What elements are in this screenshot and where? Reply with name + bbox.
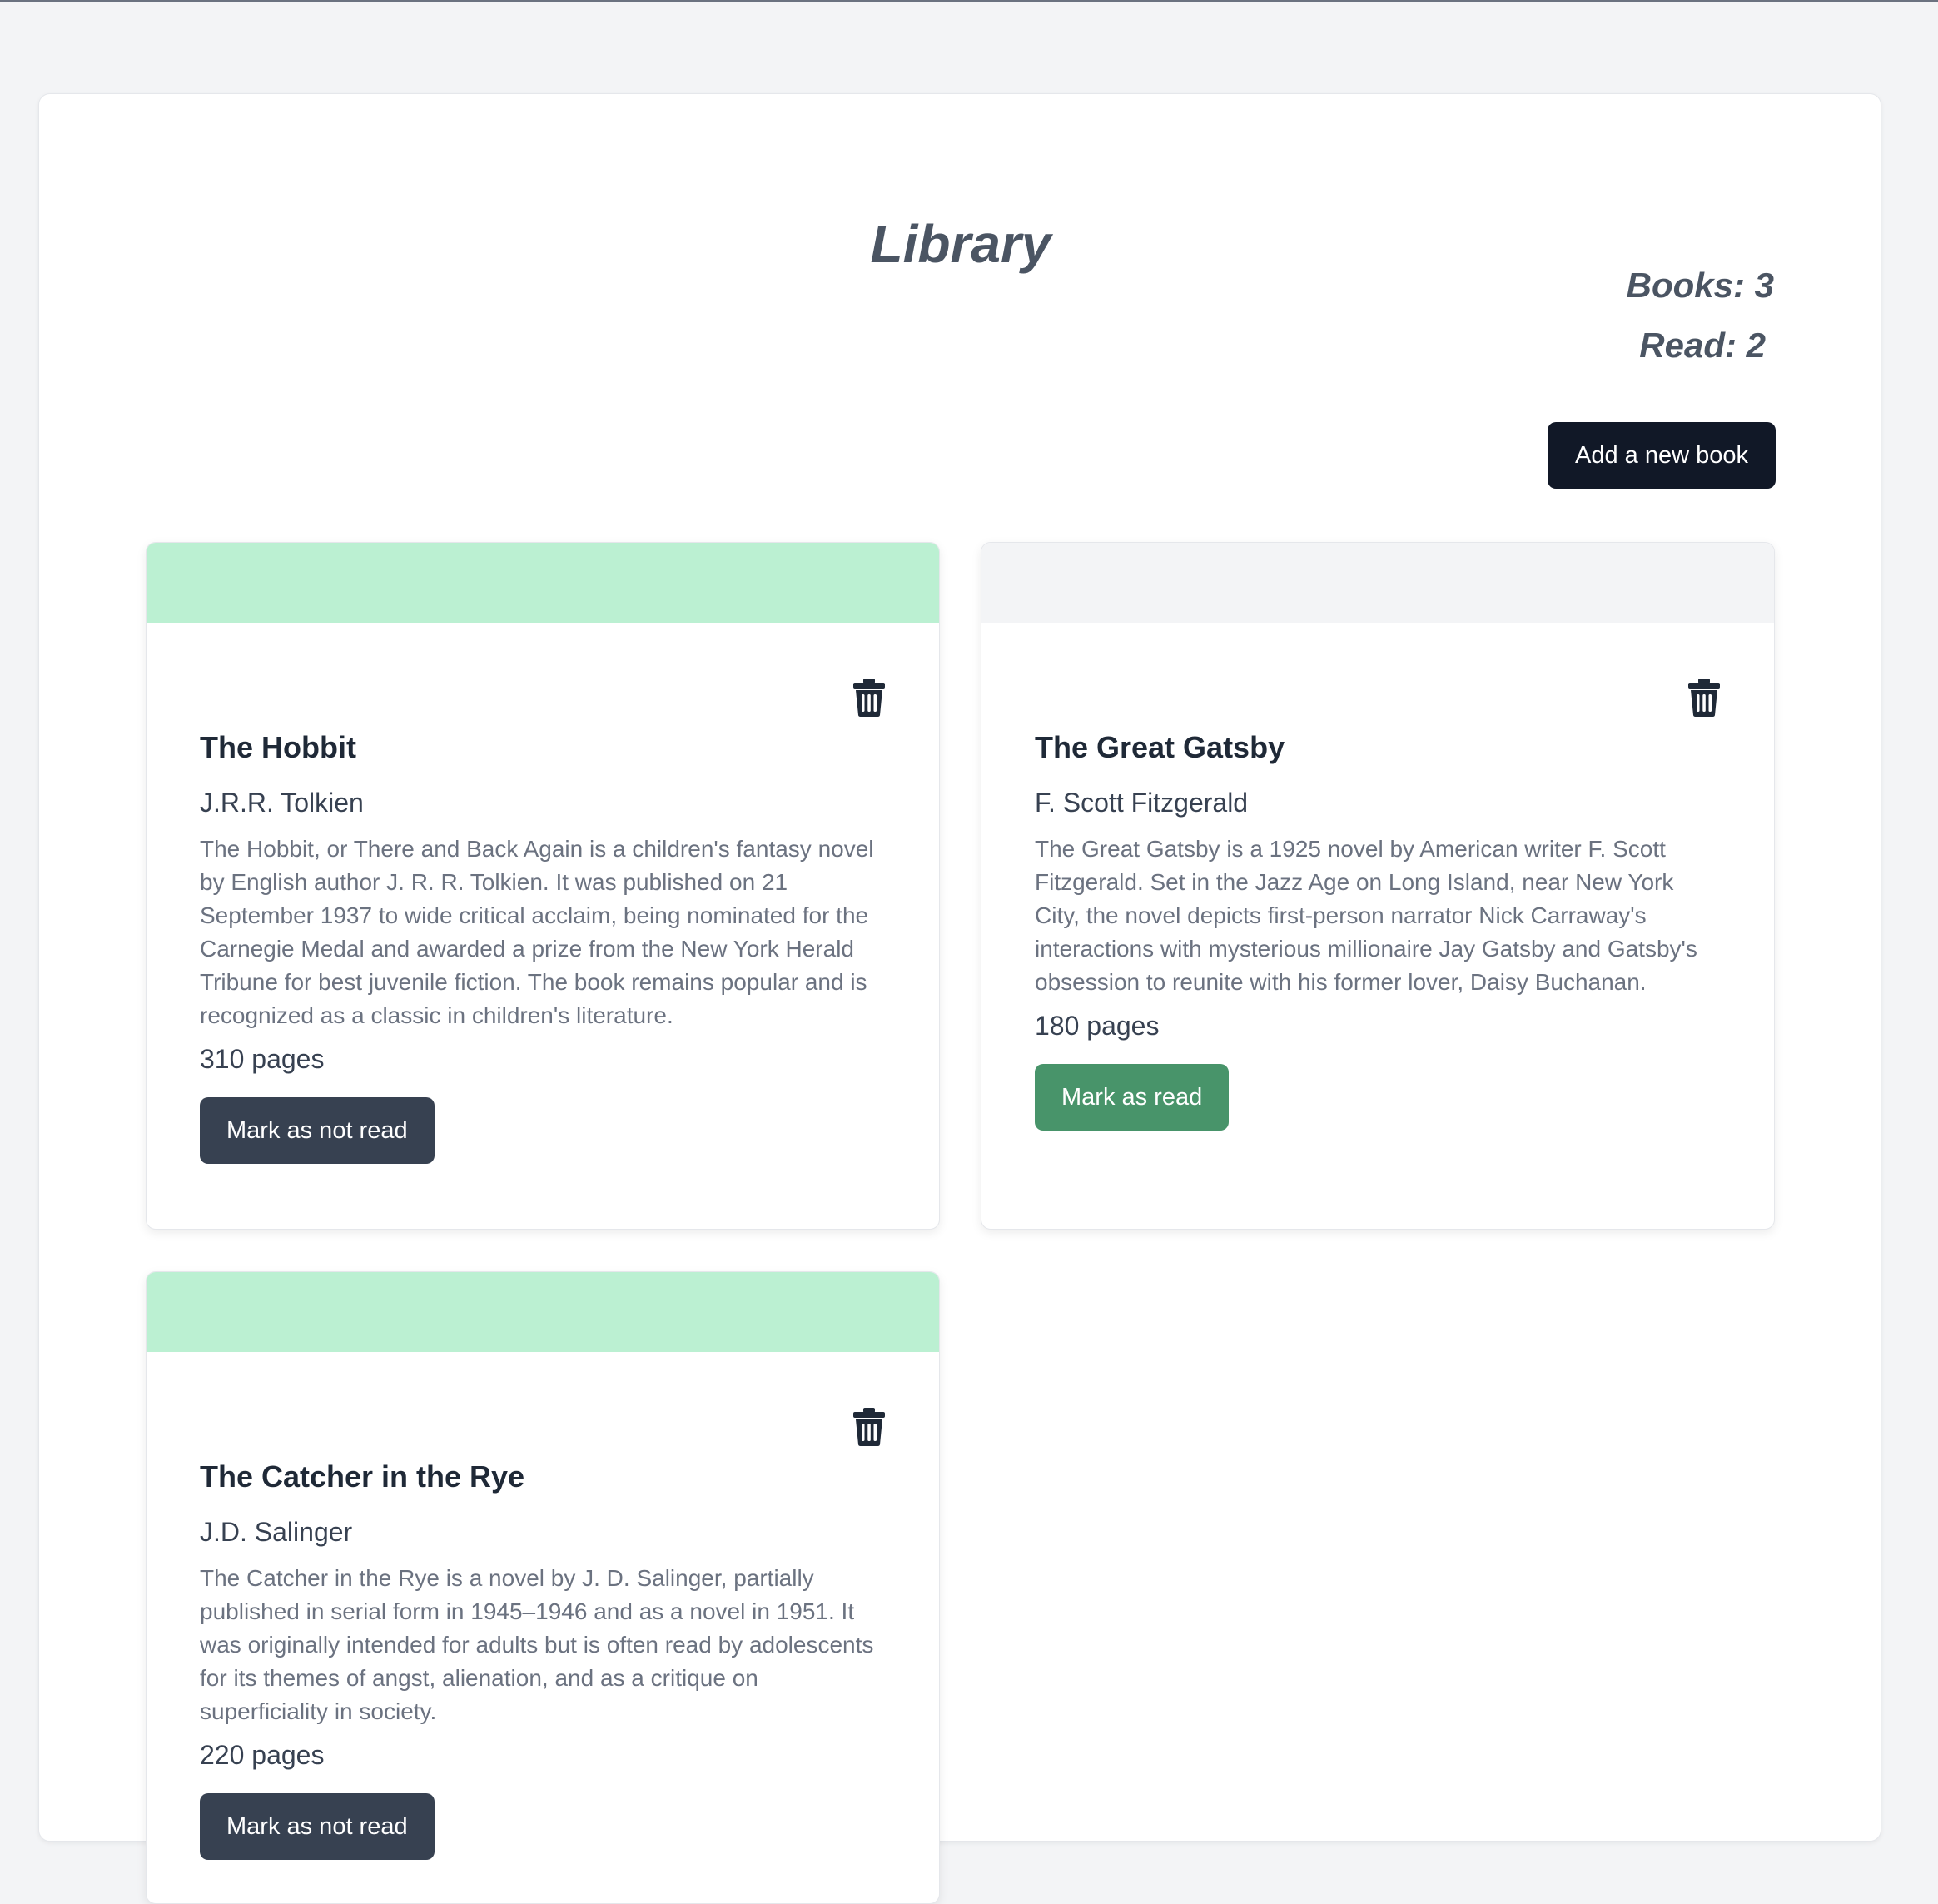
book-title: The Hobbit bbox=[200, 730, 356, 764]
book-card-body: The Great Gatsby F. Scott Fitzgerald The… bbox=[1035, 729, 1724, 1131]
book-title: The Catcher in the Rye bbox=[200, 1459, 525, 1494]
trash-icon bbox=[1687, 678, 1721, 718]
book-description: The Great Gatsby is a 1925 novel by Amer… bbox=[1035, 836, 1697, 995]
book-title: The Great Gatsby bbox=[1035, 730, 1285, 764]
book-author: F. Scott Fitzgerald bbox=[1035, 788, 1249, 818]
mark-read-button[interactable]: Mark as read bbox=[1035, 1064, 1230, 1131]
book-card: The Hobbit J.R.R. Tolkien The Hobbit, or… bbox=[146, 542, 940, 1230]
delete-book-button[interactable] bbox=[852, 1407, 886, 1447]
book-author: J.R.R. Tolkien bbox=[200, 788, 364, 818]
add-book-button[interactable]: Add a new book bbox=[1548, 422, 1776, 489]
book-card: The Catcher in the Rye J.D. Salinger The… bbox=[146, 1271, 940, 1904]
trash-icon bbox=[852, 1407, 886, 1447]
book-description: The Hobbit, or There and Back Again is a… bbox=[200, 836, 874, 1028]
read-status-banner bbox=[147, 1272, 939, 1352]
book-author: J.D. Salinger bbox=[200, 1517, 353, 1547]
delete-book-button[interactable] bbox=[852, 678, 886, 718]
mark-not-read-button[interactable]: Mark as not read bbox=[200, 1097, 435, 1164]
read-status-banner bbox=[981, 543, 1774, 623]
book-description: The Catcher in the Rye is a novel by J. … bbox=[200, 1565, 874, 1724]
book-pages: 180 pages bbox=[1035, 1011, 1160, 1041]
books-count: Books: 3 bbox=[1626, 266, 1774, 305]
read-count: Read: 2 bbox=[1639, 326, 1766, 365]
page-title: Library bbox=[870, 214, 1051, 274]
window-top-border bbox=[0, 0, 1938, 2]
book-pages: 310 pages bbox=[200, 1044, 325, 1074]
book-pages: 220 pages bbox=[200, 1740, 325, 1770]
read-status-banner bbox=[147, 543, 939, 623]
book-card: The Great Gatsby F. Scott Fitzgerald The… bbox=[981, 542, 1775, 1230]
book-card-body: The Hobbit J.R.R. Tolkien The Hobbit, or… bbox=[200, 729, 889, 1164]
delete-book-button[interactable] bbox=[1687, 678, 1721, 718]
book-card-body: The Catcher in the Rye J.D. Salinger The… bbox=[200, 1459, 889, 1860]
mark-not-read-button[interactable]: Mark as not read bbox=[200, 1793, 435, 1860]
library-panel: Library Books: 3 Read: 2 Add a new book … bbox=[38, 93, 1881, 1904]
trash-icon bbox=[852, 678, 886, 718]
